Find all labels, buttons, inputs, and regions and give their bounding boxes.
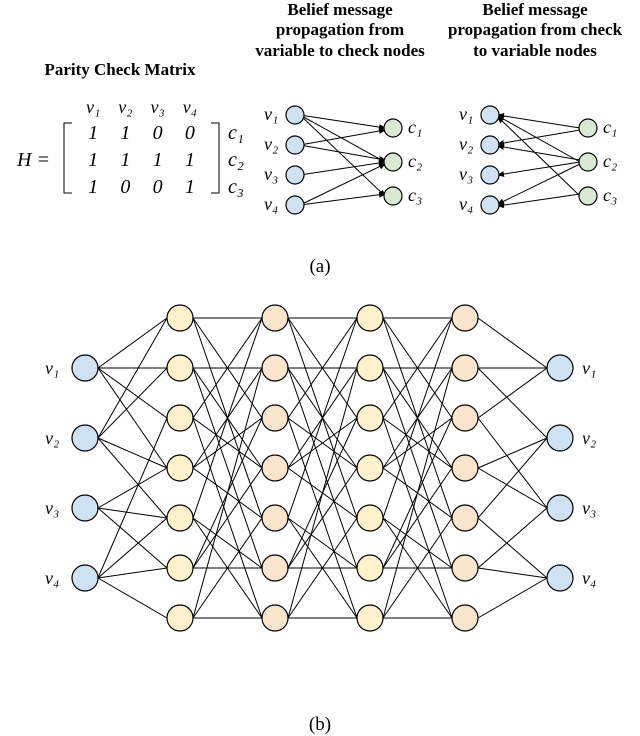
v2-lbl2: v₂ bbox=[459, 134, 473, 154]
c1-lbl: c₁ bbox=[408, 117, 422, 137]
bipartite-v2c: v₁ v₂ v₃ v₄ c₁ c₂ c₃ bbox=[260, 100, 440, 230]
unrolled-network: v₁ v₂ v₃ v₄ v₁ v₂ v₃ v₄ bbox=[0, 288, 640, 678]
H-1-2: 1 bbox=[141, 147, 173, 174]
title-v2c: Belief message propagation from variable… bbox=[250, 0, 430, 61]
svg-text:v₄: v₄ bbox=[582, 568, 596, 588]
col-v4: v₄ bbox=[174, 95, 206, 120]
col-v3: v₃ bbox=[141, 95, 173, 120]
H-1-3: 1 bbox=[174, 147, 206, 174]
c2-lbl2: c₂ bbox=[603, 151, 617, 171]
v3-lbl2: v₃ bbox=[459, 164, 473, 184]
col-v1: v₁ bbox=[77, 95, 109, 120]
v4-lbl: v₄ bbox=[264, 194, 278, 214]
H-2-1: 0 bbox=[109, 174, 141, 201]
v4-lbl2: v₄ bbox=[459, 194, 473, 214]
svg-text:v₂: v₂ bbox=[582, 428, 596, 448]
svg-text:v₁: v₁ bbox=[45, 358, 59, 378]
row-c1: c₁ bbox=[224, 120, 253, 147]
c3-lbl: c₃ bbox=[408, 185, 422, 205]
caption-b: (b) bbox=[0, 714, 640, 736]
caption-a: (a) bbox=[0, 256, 640, 278]
H-0-0: 1 bbox=[77, 120, 109, 147]
row-c3: c₃ bbox=[224, 174, 253, 201]
figure: Parity Check Matrix Belief message propa… bbox=[0, 0, 640, 736]
svg-text:v₃: v₃ bbox=[45, 498, 59, 518]
svg-text:v₄: v₄ bbox=[45, 568, 59, 588]
H-1-0: 1 bbox=[77, 147, 109, 174]
part-a: Parity Check Matrix Belief message propa… bbox=[0, 0, 640, 250]
v2-lbl: v₂ bbox=[264, 134, 278, 154]
svg-text:v₁: v₁ bbox=[582, 358, 596, 378]
bipartite-c2v: v₁ v₂ v₃ v₄ c₁ c₂ c₃ bbox=[455, 100, 635, 230]
svg-text:v₂: v₂ bbox=[45, 428, 59, 448]
H-0-2: 0 bbox=[141, 120, 173, 147]
matrix-title: Parity Check Matrix bbox=[20, 60, 220, 80]
H-2-0: 1 bbox=[77, 174, 109, 201]
c1-lbl2: c₁ bbox=[603, 117, 617, 137]
v3-lbl: v₃ bbox=[264, 164, 278, 184]
H-0-1: 1 bbox=[109, 120, 141, 147]
v1-lbl2: v₁ bbox=[459, 104, 473, 124]
c3-lbl2: c₃ bbox=[603, 185, 617, 205]
H-2-3: 1 bbox=[174, 174, 206, 201]
c2-lbl: c₂ bbox=[408, 151, 422, 171]
svg-text:v₃: v₃ bbox=[582, 498, 596, 518]
row-c2: c₂ bbox=[224, 147, 253, 174]
part-b: v₁ v₂ v₃ v₄ v₁ v₂ v₃ v₄ bbox=[0, 288, 640, 708]
H-0-3: 0 bbox=[174, 120, 206, 147]
matrix-block: v₁ v₂ v₃ v₄ H = 1 1 0 0 bbox=[8, 95, 253, 201]
H-1-1: 1 bbox=[109, 147, 141, 174]
H-equals: H = bbox=[8, 120, 59, 201]
col-v2: v₂ bbox=[109, 95, 141, 120]
H-2-2: 0 bbox=[141, 174, 173, 201]
title-c2v: Belief message propagation from check to… bbox=[445, 0, 625, 61]
v1-lbl: v₁ bbox=[264, 104, 278, 124]
